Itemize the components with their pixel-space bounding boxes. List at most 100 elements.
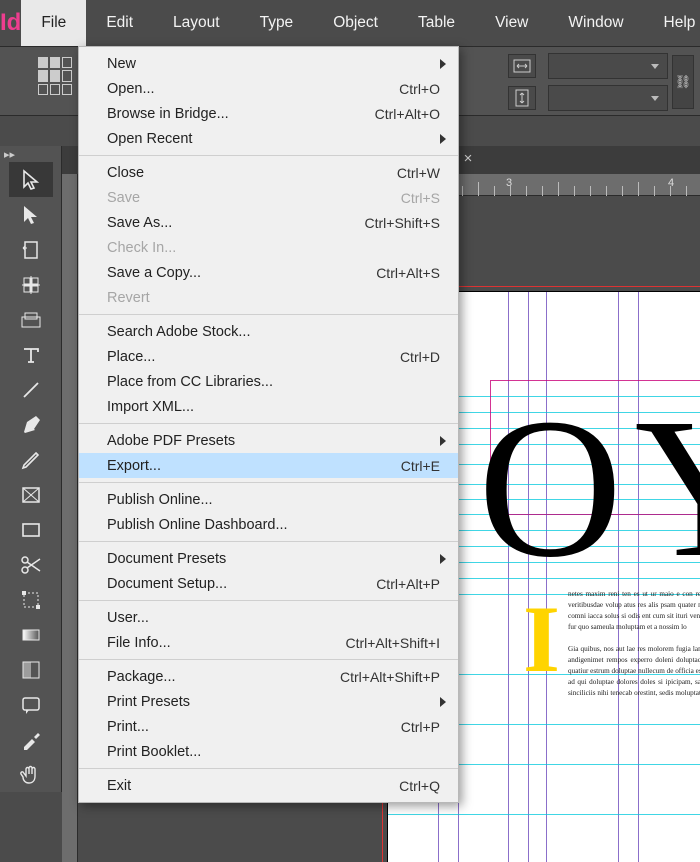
menu-item-label: Exit: [107, 778, 399, 794]
gradient-swatch-tool[interactable]: [9, 617, 53, 652]
menu-item-label: Publish Online...: [107, 492, 440, 508]
menu-separator: [79, 314, 458, 315]
line-tool[interactable]: [9, 372, 53, 407]
body-para: netes maxim reni ten es ut ur maio e con…: [568, 589, 700, 634]
menu-item-label: Save: [107, 190, 401, 206]
menu-item-shortcut: Ctrl+W: [397, 165, 440, 181]
menu-item-open-recent[interactable]: Open Recent: [79, 126, 458, 151]
ruler-label: 4: [668, 177, 674, 189]
menu-item-print-booklet[interactable]: Print Booklet...: [79, 739, 458, 764]
menu-window[interactable]: Window: [548, 0, 643, 46]
link-icon[interactable]: ⛓: [672, 55, 694, 109]
menu-edit[interactable]: Edit: [86, 0, 153, 46]
height-dropdown[interactable]: [548, 85, 668, 111]
menu-item-document-setup[interactable]: Document Setup...Ctrl+Alt+P: [79, 571, 458, 596]
submenu-arrow-icon: [440, 697, 446, 707]
menu-item-export[interactable]: Export...Ctrl+E: [79, 453, 458, 478]
menu-separator: [79, 423, 458, 424]
menu-item-publish-online[interactable]: Publish Online...: [79, 487, 458, 512]
submenu-arrow-icon: [440, 59, 446, 69]
menu-item-label: Print Booklet...: [107, 744, 440, 760]
menu-separator: [79, 659, 458, 660]
menu-item-label: Open...: [107, 81, 399, 97]
pen-tool[interactable]: [9, 407, 53, 442]
menu-item-label: Print...: [107, 719, 401, 735]
menu-item-save-as[interactable]: Save As...Ctrl+Shift+S: [79, 210, 458, 235]
menu-item-shortcut: Ctrl+Alt+Shift+I: [345, 635, 440, 651]
menu-item-label: Close: [107, 165, 397, 181]
menu-view[interactable]: View: [475, 0, 548, 46]
menu-layout[interactable]: Layout: [153, 0, 240, 46]
menu-item-document-presets[interactable]: Document Presets: [79, 546, 458, 571]
free-transform-tool[interactable]: [9, 582, 53, 617]
menu-item-user[interactable]: User...: [79, 605, 458, 630]
menu-item-place[interactable]: Place...Ctrl+D: [79, 344, 458, 369]
file-menu-dropdown: New Open...Ctrl+OBrowse in Bridge...Ctrl+…: [78, 46, 459, 803]
menu-item-print[interactable]: Print...Ctrl+P: [79, 714, 458, 739]
menu-item-shortcut: Ctrl+E: [401, 458, 440, 474]
menu-table[interactable]: Table: [398, 0, 475, 46]
menu-item-label: Open Recent: [107, 131, 440, 147]
menu-object[interactable]: Object: [313, 0, 398, 46]
menu-item-file-info[interactable]: File Info...Ctrl+Alt+Shift+I: [79, 630, 458, 655]
expand-panel-icon[interactable]: ▸▸: [4, 148, 15, 161]
vertical-ruler-gutter: [62, 174, 78, 862]
menu-item-shortcut: Ctrl+Alt+P: [376, 576, 440, 592]
content-collector-tool[interactable]: [9, 302, 53, 337]
menu-item-shortcut: Ctrl+Q: [399, 778, 440, 794]
reference-point-grid[interactable]: [38, 57, 72, 95]
menu-separator: [79, 482, 458, 483]
menu-separator: [79, 768, 458, 769]
menu-item-label: Check In...: [107, 240, 440, 256]
menu-item-close[interactable]: CloseCtrl+W: [79, 160, 458, 185]
menu-item-exit[interactable]: ExitCtrl+Q: [79, 773, 458, 798]
fit-height-icon[interactable]: [508, 86, 536, 110]
menu-file[interactable]: File: [21, 0, 86, 46]
width-dropdown[interactable]: [548, 53, 668, 79]
menu-item-import-xml[interactable]: Import XML...: [79, 394, 458, 419]
menu-item-label: Save As...: [107, 215, 365, 231]
close-tab-icon[interactable]: ×: [460, 152, 476, 168]
submenu-arrow-icon: [440, 436, 446, 446]
type-tool[interactable]: [9, 337, 53, 372]
page-tool[interactable]: [9, 232, 53, 267]
menu-item-label: Print Presets: [107, 694, 440, 710]
menubar: Id File Edit Layout Type Object Table Vi…: [0, 0, 700, 46]
menu-item-place-from-cc-libraries[interactable]: Place from CC Libraries...: [79, 369, 458, 394]
menu-item-shortcut: Ctrl+Alt+Shift+P: [340, 669, 440, 685]
guide[interactable]: [388, 814, 700, 815]
gap-tool[interactable]: [9, 267, 53, 302]
menu-item-print-presets[interactable]: Print Presets: [79, 689, 458, 714]
pencil-tool[interactable]: [9, 442, 53, 477]
tool-panel: ▸▸: [0, 146, 62, 792]
menu-item-label: Publish Online Dashboard...: [107, 517, 440, 533]
menu-item-save-a-copy[interactable]: Save a Copy...Ctrl+Alt+S: [79, 260, 458, 285]
menu-item-search-adobe-stock[interactable]: Search Adobe Stock...: [79, 319, 458, 344]
eyedropper-tool[interactable]: [9, 722, 53, 757]
hand-tool[interactable]: [9, 757, 53, 792]
rectangle-frame-tool[interactable]: [9, 477, 53, 512]
fit-width-icon[interactable]: [508, 54, 536, 78]
menu-item-open[interactable]: Open...Ctrl+O: [79, 76, 458, 101]
note-tool[interactable]: [9, 687, 53, 722]
menu-item-package[interactable]: Package...Ctrl+Alt+Shift+P: [79, 664, 458, 689]
menu-type[interactable]: Type: [240, 0, 314, 46]
menu-item-label: Place...: [107, 349, 400, 365]
selection-tool[interactable]: [9, 162, 53, 197]
body-text-frame[interactable]: netes maxim reni ten es ut ur maio e con…: [568, 589, 700, 709]
direct-selection-tool[interactable]: [9, 197, 53, 232]
menu-item-label: New: [107, 56, 440, 72]
menu-help[interactable]: Help: [644, 0, 700, 46]
menu-item-shortcut: Ctrl+Alt+S: [376, 265, 440, 281]
rectangle-tool[interactable]: [9, 512, 53, 547]
menu-item-label: Package...: [107, 669, 340, 685]
scissors-tool[interactable]: [9, 547, 53, 582]
menu-item-new[interactable]: New: [79, 51, 458, 76]
menu-item-browse-in-bridge[interactable]: Browse in Bridge...Ctrl+Alt+O: [79, 101, 458, 126]
drop-cap[interactable]: I: [523, 584, 560, 694]
menu-item-revert: Revert: [79, 285, 458, 310]
gradient-feather-tool[interactable]: [9, 652, 53, 687]
headline-text[interactable]: OY: [478, 374, 700, 603]
menu-item-adobe-pdf-presets[interactable]: Adobe PDF Presets: [79, 428, 458, 453]
menu-item-publish-online-dashboard[interactable]: Publish Online Dashboard...: [79, 512, 458, 537]
